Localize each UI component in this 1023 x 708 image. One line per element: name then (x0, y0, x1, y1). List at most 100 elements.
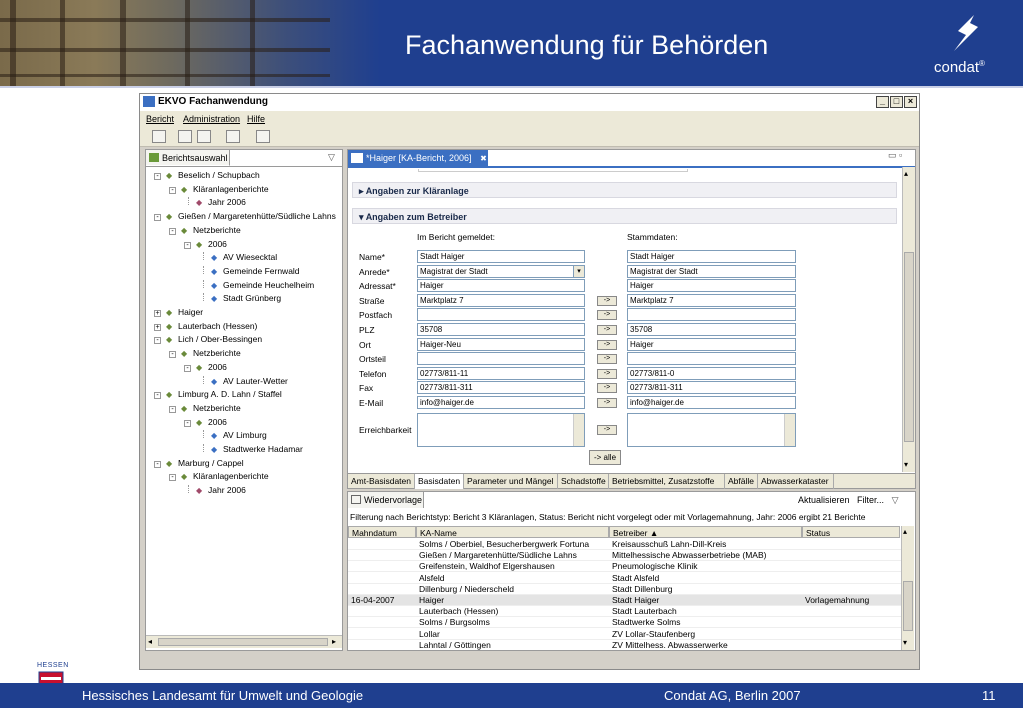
reachability-master-textarea[interactable] (627, 413, 796, 447)
page-tab[interactable]: Betriebsmittel, Zusatzstoffe (609, 474, 725, 489)
tree-item[interactable]: Lauterbach (Hessen) (178, 321, 257, 331)
close-window-button[interactable]: × (904, 96, 917, 108)
tree-expander-icon[interactable]: - (184, 241, 191, 249)
reported-input[interactable]: 02773/811-11 (417, 366, 585, 380)
tree-expander-icon[interactable]: - (154, 173, 161, 180)
reported-input[interactable] (417, 352, 585, 366)
table-row[interactable]: Alsfeld Stadt Alsfeld (348, 573, 901, 584)
table-row[interactable]: Dillenburg / Niederscheld Stadt Dillenbur… (348, 584, 901, 595)
menu-bericht[interactable]: Bericht (146, 114, 174, 124)
copy-field-button[interactable]: -> (597, 354, 617, 365)
tree-item[interactable]: Netzberichte (193, 403, 241, 413)
reported-input[interactable]: 35708 (417, 323, 585, 336)
tab-report-haiger[interactable]: *Haiger [KA-Bericht, 2006] ✖ (348, 150, 488, 166)
copy-field-button[interactable]: -> (597, 398, 617, 408)
export-icon[interactable] (226, 130, 240, 143)
tree-item[interactable]: Marburg / Cappel (178, 458, 244, 468)
editor-vertical-scrollbar[interactable]: ▴ ▾ (902, 167, 915, 472)
panel-menu-chevron-icon[interactable]: ▽ (328, 152, 335, 163)
scroll-up-icon[interactable]: ▴ (904, 169, 908, 178)
reported-input[interactable]: Haiger-Neu (417, 337, 585, 351)
scroll-down-icon[interactable]: ▾ (904, 460, 908, 469)
col-mahndatum[interactable]: Mahndatum (348, 526, 416, 538)
scroll-right-icon[interactable]: ▸ (332, 637, 336, 646)
table-row[interactable]: Lahntal / Göttingen ZV Mittelhess. Abwass… (348, 640, 901, 650)
panel-menu-chevron-icon[interactable]: ▽ (892, 495, 899, 505)
close-tab-icon[interactable]: ✖ (480, 154, 487, 163)
table-row[interactable]: Solms / Oberbiel, Besucherbergwerk Fortu… (348, 539, 901, 550)
master-input[interactable]: 02773/811-0 (627, 366, 796, 380)
scroll-down-icon[interactable]: ▾ (903, 638, 907, 647)
master-input[interactable] (627, 308, 796, 322)
page-tab[interactable]: Abfälle (725, 474, 758, 489)
reported-input[interactable]: Stadt Haiger (417, 250, 585, 263)
master-input[interactable]: Marktplatz 7 (627, 293, 796, 307)
tree-item[interactable]: Haiger (178, 307, 203, 317)
refresh-button[interactable]: Aktualisieren (798, 495, 850, 505)
col-betreiber[interactable]: Betreiber ▲ (609, 526, 802, 538)
col-status[interactable]: Status (802, 526, 900, 538)
tree-item[interactable]: 2006 (208, 239, 227, 249)
copy-field-button[interactable]: -> (597, 368, 617, 379)
table-row[interactable]: Lollar ZV Lollar-Staufenberg (348, 629, 901, 640)
save-icon[interactable] (256, 130, 270, 143)
minimize-view-icon[interactable]: ▭ ▫ (888, 150, 902, 161)
col-ka-name[interactable]: KA-Name (416, 526, 609, 538)
menu-administration[interactable]: Administration (183, 114, 240, 124)
tree-expander-icon[interactable]: + (154, 310, 161, 317)
tree-expander-icon[interactable]: - (184, 419, 191, 427)
tree-expander-icon[interactable]: - (154, 460, 161, 468)
preview-icon[interactable] (178, 130, 192, 143)
scroll-thumb[interactable] (904, 252, 914, 442)
reported-input[interactable]: 02773/811-311 (417, 381, 585, 395)
maximize-button[interactable]: □ (890, 96, 903, 108)
tree-item[interactable]: 2006 (208, 362, 227, 372)
master-input[interactable]: info@haiger.de (627, 396, 796, 409)
table-row[interactable]: Gießen / Margaretenhütte/Südliche Lahns M… (348, 550, 901, 562)
section-wastewater-plant[interactable]: ▸ Angaben zur Kläranlage (352, 182, 897, 198)
reported-select[interactable]: Magistrat der Stadt ▾ (417, 264, 585, 278)
tree-item[interactable]: Lich / Ober-Bessingen (178, 334, 262, 344)
tree-item[interactable]: 2006 (208, 417, 227, 427)
table-row[interactable]: 16-04-2007 Haiger Stadt Haiger Vorlagemahnu… (348, 595, 901, 606)
tab-wiedervorlage[interactable]: Wiedervorlage (348, 492, 424, 508)
scroll-thumb[interactable] (158, 638, 328, 646)
tree-item[interactable]: Jahr 2006 (208, 485, 246, 495)
chevron-down-icon[interactable]: ▾ (573, 265, 584, 277)
master-input[interactable] (627, 352, 796, 366)
textarea-scrollbar[interactable] (784, 414, 795, 446)
tree-expander-icon[interactable]: - (169, 186, 176, 194)
tree-item[interactable]: Gemeinde Fernwald (223, 266, 300, 276)
tree-expander-icon[interactable]: + (154, 323, 161, 331)
table-row[interactable]: Solms / Burgsolms Stadtwerke Solms (348, 617, 901, 629)
tab-berichtsauswahl[interactable]: Berichtsauswahl (146, 150, 230, 166)
page-tab[interactable]: Parameter und Mängel (464, 474, 558, 489)
copy-field-button[interactable]: -> (597, 325, 617, 335)
tree-item[interactable]: Kläranlagenberichte (193, 471, 269, 481)
copy-field-button[interactable]: -> (597, 295, 617, 306)
tree-item[interactable]: AV Wiesecktal (223, 252, 277, 262)
table-row[interactable]: Lauterbach (Hessen) Stadt Lauterbach (348, 606, 901, 618)
scroll-up-icon[interactable]: ▴ (903, 527, 907, 536)
tree-horizontal-scrollbar[interactable]: ◂ ▸ (146, 635, 342, 648)
master-input[interactable]: Haiger (627, 279, 796, 293)
tree-item[interactable]: Stadt Grünberg (223, 293, 281, 303)
master-input[interactable]: Stadt Haiger (627, 250, 796, 263)
tree-item[interactable]: Jahr 2006 (208, 197, 246, 207)
menu-hilfe[interactable]: Hilfe (247, 114, 265, 124)
tree-item[interactable]: Netzberichte (193, 348, 241, 358)
page-tab[interactable]: Schadstoffe (558, 474, 609, 489)
tree-expander-icon[interactable]: - (169, 474, 176, 482)
tree-expander-icon[interactable]: - (184, 364, 191, 372)
tree-expander-icon[interactable]: - (169, 351, 176, 359)
scroll-thumb[interactable] (903, 581, 913, 631)
reported-input[interactable]: Haiger (417, 279, 585, 293)
table-vertical-scrollbar[interactable]: ▴ ▾ (901, 526, 914, 650)
master-input[interactable]: Haiger (627, 337, 796, 351)
tree-expander-icon[interactable]: - (154, 337, 161, 345)
copy-reachability-button[interactable]: -> (597, 425, 617, 435)
master-input[interactable]: Magistrat der Stadt (627, 264, 796, 278)
new-report-icon[interactable] (152, 130, 166, 143)
tree-item[interactable]: AV Lauter-Wetter (223, 376, 288, 386)
textarea-scrollbar[interactable] (573, 414, 584, 446)
